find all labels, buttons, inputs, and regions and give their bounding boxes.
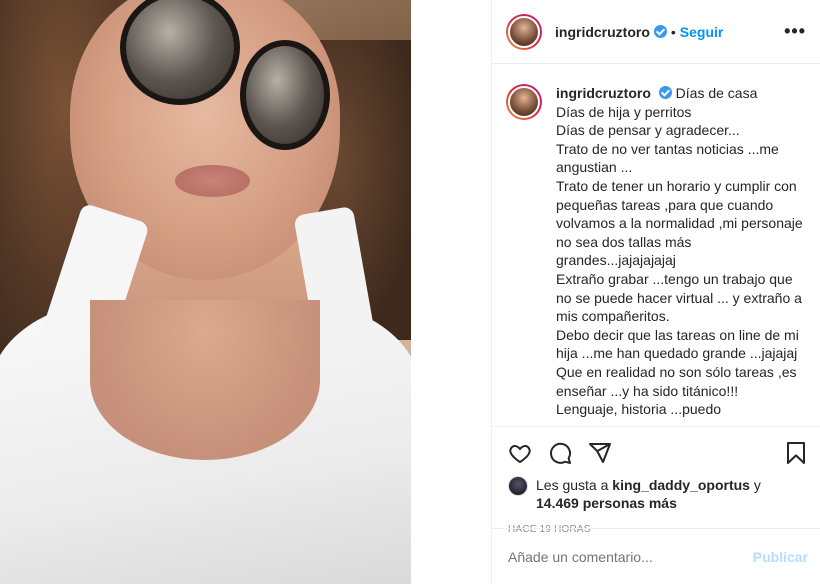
likes-prefix: Les gusta a <box>536 477 609 493</box>
caption-line: Extraño grabar ...tengo un trabajo que n… <box>556 270 802 325</box>
photo-shape <box>240 40 330 150</box>
caption-line: Trato de no ver tantas noticias ...me an… <box>556 140 779 176</box>
photo-shape <box>175 165 250 197</box>
likes-count[interactable]: 14.469 personas más <box>536 495 677 511</box>
avatar-image <box>508 15 540 48</box>
liker-avatar[interactable] <box>508 476 528 496</box>
avatar-image <box>508 86 540 118</box>
caption-line: Lenguaje, historia ...puedo <box>556 401 722 418</box>
heart-icon[interactable] <box>508 441 532 465</box>
likes-conj: y <box>753 477 761 493</box>
caption-title: Días de casa <box>675 85 758 101</box>
post-caption: ingridcruztoro Días de casa Días de hija… <box>556 84 804 426</box>
separator-dot: • <box>670 23 676 40</box>
caption-line: Que en realidad no son sólo tareas ,es e… <box>556 363 797 399</box>
follow-button[interactable]: Seguir <box>680 24 724 40</box>
caption-line: Trato de tener un horario y cumplir con … <box>556 177 803 269</box>
post-photo[interactable] <box>0 0 411 584</box>
verified-icon <box>653 25 667 38</box>
post-side-panel: ingridcruztoro • Seguir ••• ingridcruzto… <box>491 0 820 584</box>
likes-summary: Les gusta a king_daddy_oportus y 14.469 … <box>492 470 820 512</box>
comment-input[interactable] <box>508 548 753 565</box>
post-header: ingridcruztoro • Seguir ••• <box>492 0 820 64</box>
caption-username[interactable]: ingridcruztoro <box>556 85 651 101</box>
publish-button[interactable]: Publicar <box>753 549 808 565</box>
post-actions <box>492 426 820 470</box>
more-icon[interactable]: ••• <box>784 21 806 42</box>
caption-line: Días de hija y perritos <box>556 103 692 120</box>
share-icon[interactable] <box>588 441 612 465</box>
verified-icon <box>658 86 672 99</box>
caption-author-avatar[interactable] <box>506 84 542 120</box>
bookmark-icon[interactable] <box>784 441 808 465</box>
caption-line: Días de pensar y agradecer... <box>556 122 740 139</box>
comments-area[interactable]: ingridcruztoro Días de casa Días de hija… <box>492 64 820 426</box>
likes-text: Les gusta a king_daddy_oportus y 14.469 … <box>536 476 804 512</box>
caption-line: Debo decir que las tareas on line de mi … <box>556 326 799 362</box>
liker-username[interactable]: king_daddy_oportus <box>612 477 750 493</box>
author-avatar[interactable] <box>506 13 542 50</box>
photo-shape <box>90 300 320 460</box>
author-username[interactable]: ingridcruztoro <box>555 24 650 40</box>
comment-icon[interactable] <box>548 441 572 465</box>
add-comment-bar: Publicar <box>492 528 820 584</box>
